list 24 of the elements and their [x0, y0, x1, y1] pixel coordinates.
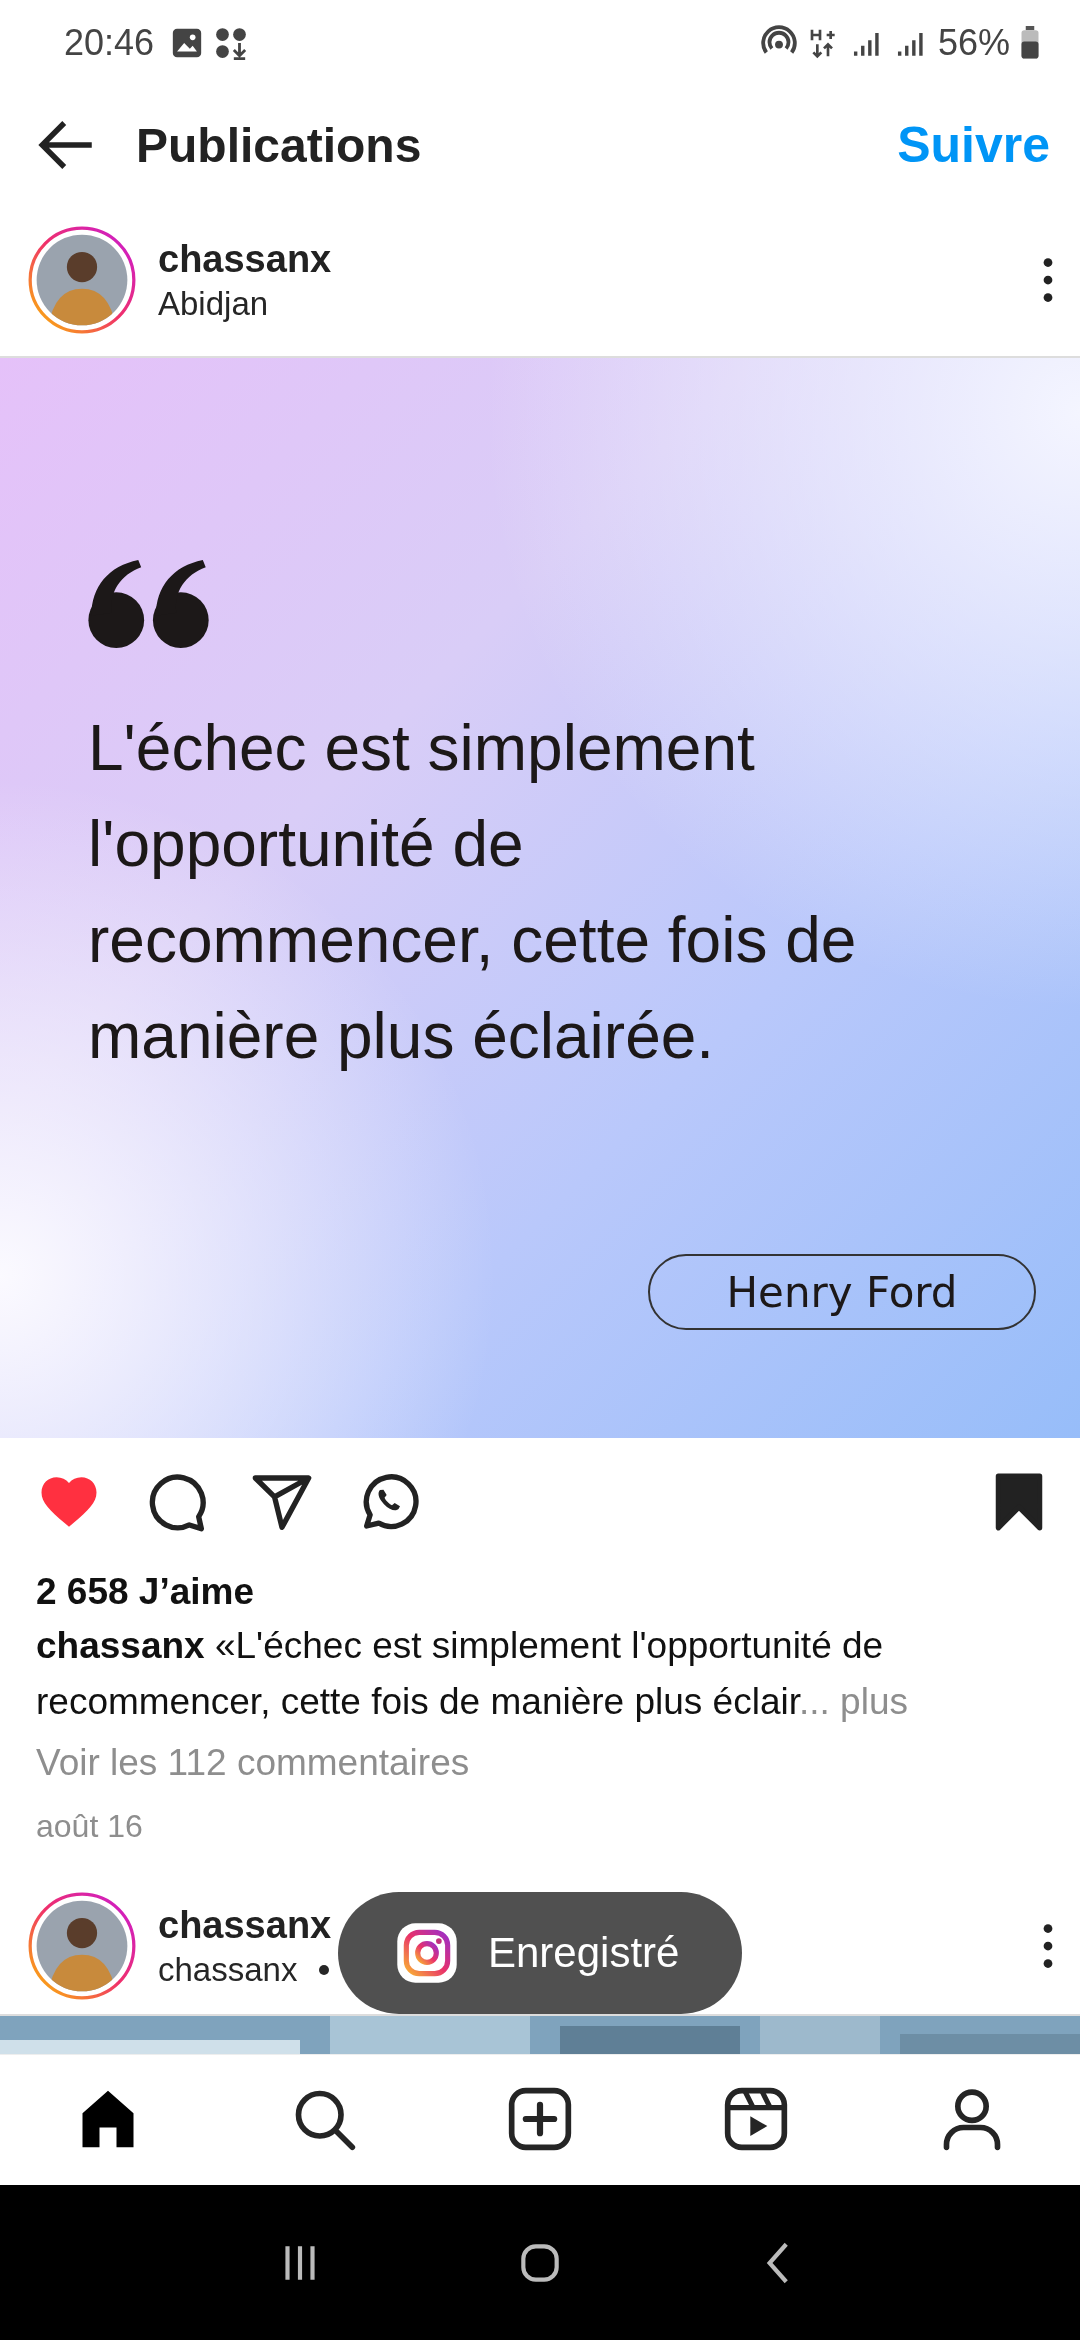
avatar-icon[interactable] — [28, 1892, 136, 2000]
post-date: août 16 — [36, 1807, 144, 1846]
battery-percent: 56% — [937, 22, 1010, 64]
toast-message: Enregistré — [488, 1929, 680, 1977]
username[interactable]: chassanx — [158, 1903, 332, 1947]
username[interactable]: chassanx — [158, 237, 332, 281]
more-icon — [1042, 255, 1054, 305]
clock-time: 20:46 — [64, 22, 155, 64]
more-button[interactable] — [1042, 255, 1054, 305]
page-title: Publications — [136, 117, 423, 173]
battery-icon — [1020, 26, 1040, 60]
quote-text: L'échec est simplement l'opportunité de recommencer, cette fois de manière plus éclairée. — [88, 711, 858, 1074]
quote-mark-icon — [88, 560, 212, 648]
location[interactable]: chassanx — [158, 1950, 298, 1989]
caption-text: chassanx «L'échec est simplement l'opportunité de recommencer, cette fois de manière plus éclair... plus — [36, 1624, 909, 1724]
camera-logo-icon — [396, 1922, 458, 1984]
location[interactable]: Abidjan — [158, 284, 269, 323]
author-label: Henry Ford — [648, 1254, 1036, 1330]
avatar-icon[interactable] — [28, 226, 136, 334]
likes-count[interactable]: 2 658 J’aime — [36, 1566, 1044, 1618]
download-dots-icon — [214, 26, 249, 60]
more-button[interactable] — [1042, 1921, 1054, 1971]
separator-dot — [319, 1964, 330, 1975]
more-icon — [1042, 1921, 1054, 1971]
